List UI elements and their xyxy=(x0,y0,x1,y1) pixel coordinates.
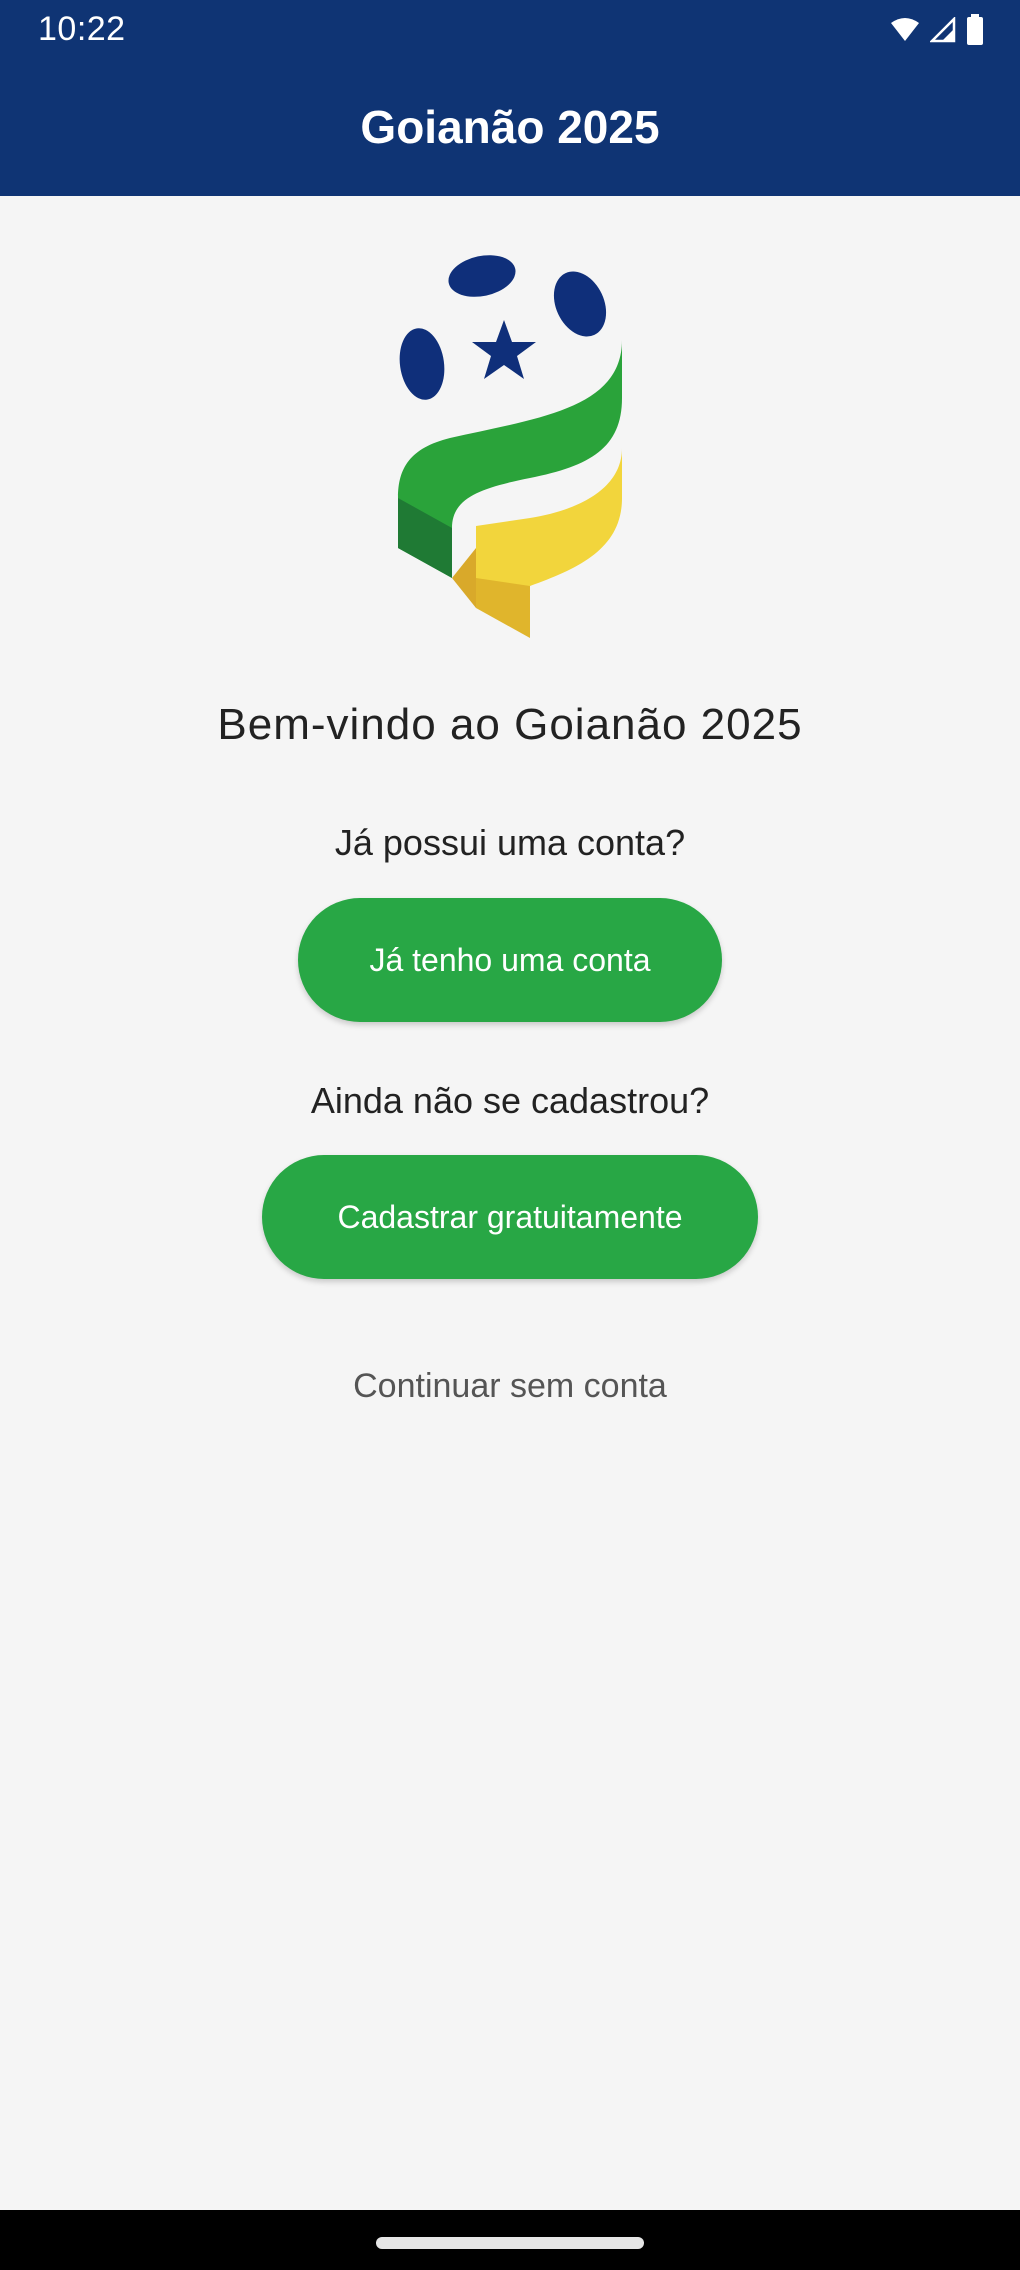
football-ribbon-logo-icon xyxy=(390,248,630,638)
has-account-question: Já possui uma conta? xyxy=(334,822,686,863)
status-time: 10:22 xyxy=(38,10,126,48)
not-registered-question: Ainda não se cadastrou? xyxy=(310,1080,710,1121)
register-button[interactable]: Cadastrar gratuitamente xyxy=(262,1155,758,1279)
battery-icon xyxy=(966,14,984,46)
wifi-icon xyxy=(890,17,920,43)
app-title: Goianão 2025 xyxy=(360,101,660,153)
welcome-title: Bem-vindo ao Goianão 2025 xyxy=(217,700,803,749)
home-indicator[interactable] xyxy=(376,2237,644,2249)
app-bar: 10:22 Goianão 2025 xyxy=(0,0,1020,196)
status-icons xyxy=(890,10,984,50)
login-button[interactable]: Já tenho uma conta xyxy=(298,898,722,1022)
system-nav-bar xyxy=(0,2210,1020,2270)
continue-without-account-link[interactable]: Continuar sem conta xyxy=(0,1367,1020,1406)
signal-icon xyxy=(930,17,956,43)
